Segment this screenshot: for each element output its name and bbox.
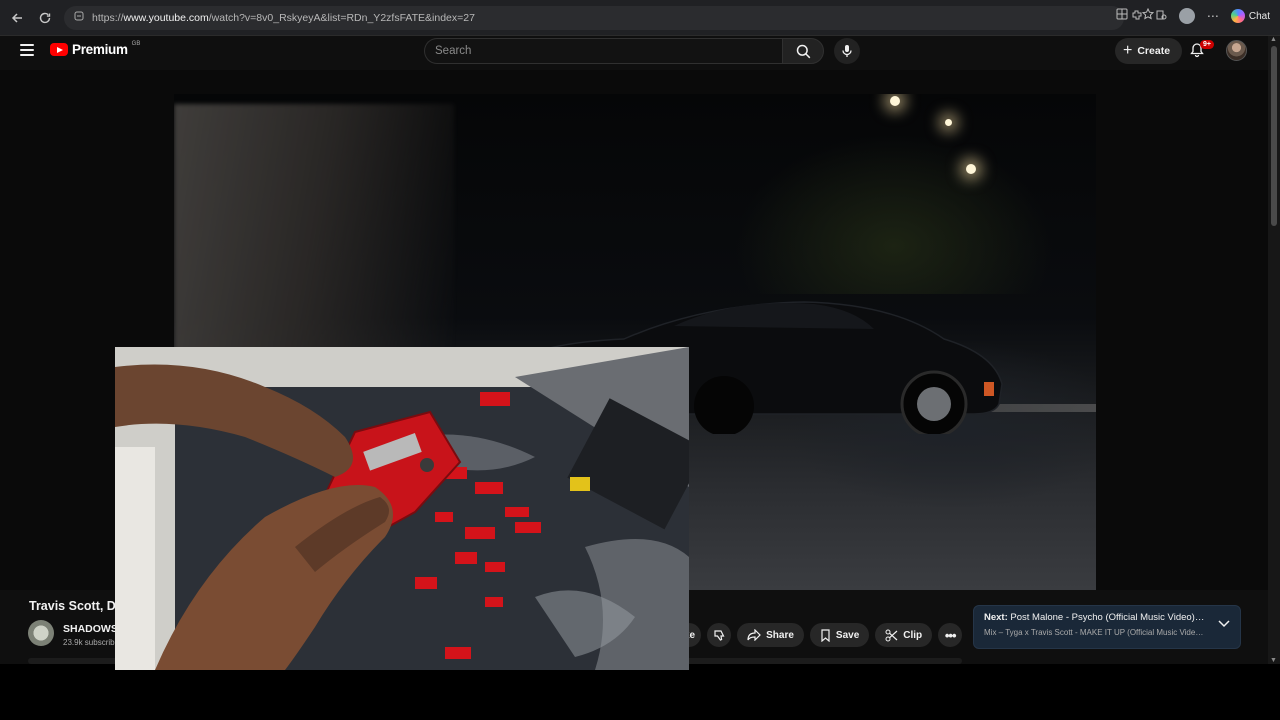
share-icon	[747, 629, 761, 641]
youtube-play-logo-icon	[50, 43, 68, 56]
browser-profile-avatar[interactable]	[1178, 8, 1195, 24]
youtube-premium-logo[interactable]: Premium GB	[50, 40, 141, 57]
up-next-card[interactable]: Next: Post Malone - Psycho (Official Mus…	[973, 605, 1241, 649]
thumbs-down-icon	[714, 629, 725, 641]
screen-bottom-area	[0, 664, 1280, 720]
more-dots-icon: •••	[944, 627, 957, 643]
scissors-icon	[885, 629, 898, 641]
channel-avatar[interactable]	[28, 620, 54, 646]
search-box	[424, 38, 860, 64]
plus-icon: +	[1123, 42, 1133, 59]
search-icon	[796, 44, 810, 58]
stone-wall-scenery	[174, 104, 454, 364]
lego-build-scene	[115, 347, 689, 670]
video-actions: ke Share Save Clip •••	[680, 623, 963, 647]
browser-toolbar: https://www.youtube.com/watch?v=8v0_Rsky…	[0, 0, 1280, 36]
street-light	[945, 119, 952, 126]
street-light	[890, 96, 900, 106]
scrollbar-thumb[interactable]	[1271, 46, 1277, 226]
site-info-icon[interactable]	[74, 11, 84, 24]
bookmark-icon	[821, 628, 830, 642]
account-avatar[interactable]	[1226, 40, 1247, 61]
more-actions-button[interactable]: •••	[938, 623, 963, 647]
up-next-playlist: Mix – Tyga x Travis Scott - MAKE IT UP (…	[984, 628, 1206, 637]
video-title: Travis Scott, D	[29, 599, 116, 613]
chevron-down-icon[interactable]	[1218, 620, 1230, 628]
address-bar[interactable]: https://www.youtube.com/watch?v=8v0_Rsky…	[64, 5, 1124, 30]
voice-search-button[interactable]	[834, 38, 860, 64]
url-text: https://www.youtube.com/watch?v=8v0_Rsky…	[92, 11, 475, 24]
create-label: Create	[1137, 45, 1171, 57]
subscriber-count: 23.9k subscrib	[63, 638, 115, 647]
region-code: GB	[131, 40, 141, 47]
share-button[interactable]: Share	[737, 623, 804, 647]
save-button[interactable]: Save	[809, 623, 870, 647]
save-label: Save	[835, 629, 860, 641]
clip-button[interactable]: Clip	[875, 623, 933, 647]
extensions-icon[interactable]	[1131, 9, 1143, 24]
page-scrollbar[interactable]: ▲ ▼	[1268, 36, 1280, 664]
search-button[interactable]	[782, 38, 824, 64]
street-light	[966, 164, 976, 174]
share-label: Share	[766, 629, 794, 641]
reload-icon[interactable]	[36, 9, 54, 27]
hamburger-menu-icon[interactable]	[20, 44, 34, 56]
up-next-title: Next: Post Malone - Psycho (Official Mus…	[984, 612, 1206, 623]
logo-text: Premium	[72, 42, 128, 57]
scroll-down-arrow-icon[interactable]: ▼	[1270, 657, 1277, 664]
clip-label: Clip	[903, 629, 923, 641]
copilot-icon	[1230, 9, 1245, 23]
chat-label: Chat	[1248, 10, 1270, 22]
masthead: Premium GB + Create 9+	[0, 36, 1268, 66]
trees-scenery	[734, 134, 1054, 294]
back-icon[interactable]	[8, 9, 26, 27]
search-input[interactable]	[424, 38, 782, 64]
scroll-up-arrow-icon[interactable]: ▲	[1270, 36, 1277, 43]
more-options-icon[interactable]: ⋯	[1207, 9, 1219, 23]
dislike-button[interactable]	[707, 623, 732, 647]
app-available-icon[interactable]	[1116, 8, 1128, 23]
notification-count-badge: 9+	[1200, 40, 1214, 49]
microphone-icon	[842, 45, 852, 57]
picture-in-picture-video[interactable]	[115, 347, 689, 670]
create-button[interactable]: + Create	[1115, 38, 1183, 64]
copilot-chat-button[interactable]: Chat	[1230, 9, 1270, 23]
channel-name[interactable]: SHADOWS	[63, 623, 118, 635]
collections-icon[interactable]	[1155, 9, 1167, 24]
